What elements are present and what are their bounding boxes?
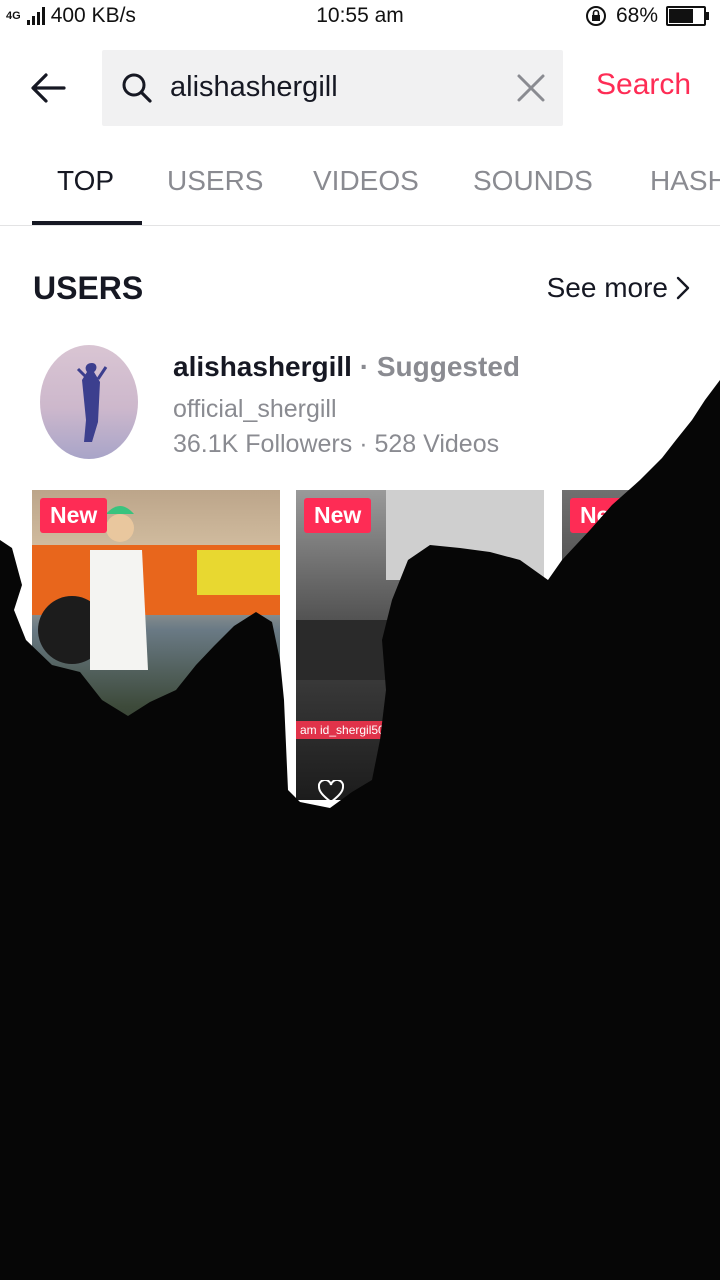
heart-icon [318,780,344,800]
chevron-right-icon [676,276,690,300]
search-icon [122,73,152,103]
suggested-tag: Suggested [376,351,520,382]
search-input[interactable] [170,64,500,110]
user-name-line: alishashergill · Suggested [173,351,520,383]
user-handle: official_shergill [173,395,337,423]
user-stats: 36.1K Followers · 528 Videos [173,430,500,458]
search-button[interactable]: Search [596,68,691,102]
new-badge: New [304,498,372,533]
clear-icon[interactable] [515,72,547,104]
video-thumbnail[interactable]: New [32,490,280,800]
video-caption: am id_shergil50 [296,721,389,739]
avatar[interactable] [40,345,138,459]
separator: · [359,351,370,382]
see-more-link[interactable]: See more [547,272,690,304]
tab-users[interactable]: USERS [167,165,263,197]
video-scene [296,490,544,680]
video-scene [32,506,280,670]
video-thumbnail[interactable]: New am id_shergil50 [296,490,544,800]
search-box[interactable] [102,50,563,126]
section-title: USERS [33,270,144,306]
status-bar: 4G 400 KB/s 10:55 am 68% [0,0,720,34]
user-name: alishashergill [173,351,352,382]
result-tabs: TOP USERS VIDEOS SOUNDS HASH [0,150,720,226]
battery-percent: 68% [615,4,658,27]
tab-top[interactable]: TOP [57,165,114,197]
tab-videos[interactable]: VIDEOS [313,165,419,197]
tab-hashtags[interactable]: HASH [650,165,720,197]
active-tab-indicator [32,221,142,225]
user-result[interactable]: alishashergill · Suggested official_sher… [40,345,700,465]
rotation-lock-icon [585,6,606,26]
avatar-figure [76,363,108,442]
video-thumbnail[interactable]: New [562,490,720,800]
back-arrow-icon[interactable] [28,68,68,108]
tab-sounds[interactable]: SOUNDS [473,165,593,197]
battery-icon [666,6,709,26]
status-right: 68% [584,4,709,28]
see-more-label: See more [546,272,668,303]
new-badge: New [40,498,108,533]
new-badge: New [570,498,638,533]
search-bar: Search [0,50,720,126]
